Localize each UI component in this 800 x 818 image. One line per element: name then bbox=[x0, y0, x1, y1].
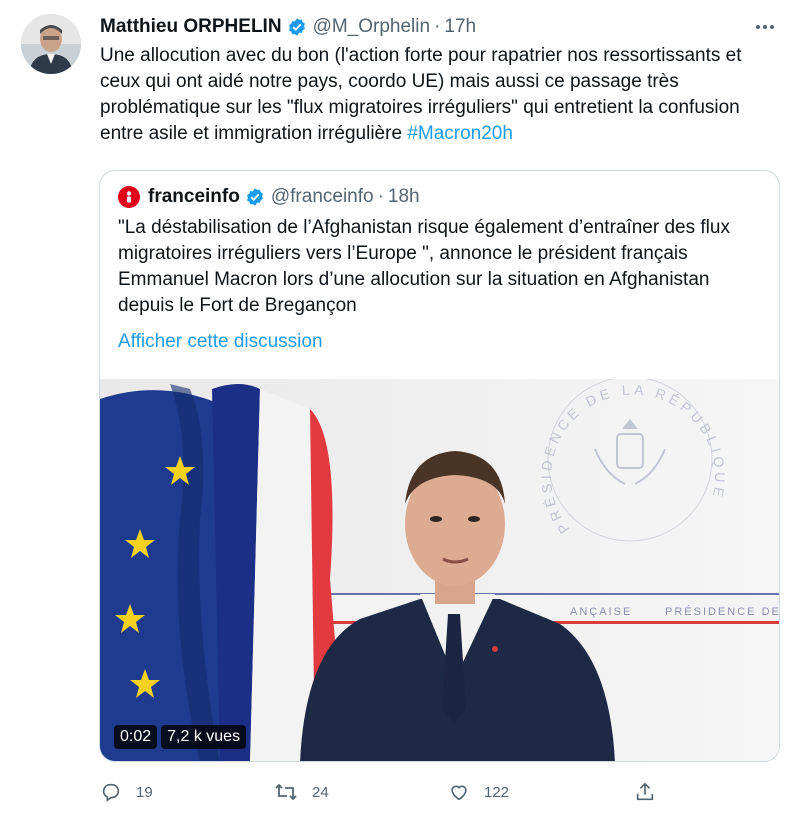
video-frame: ANÇAISE PRÉSIDENCE DE PRÉSIDENCE DE LA R… bbox=[100, 379, 779, 761]
quote-author-name[interactable]: franceinfo bbox=[148, 186, 240, 208]
quote-time[interactable]: 18h bbox=[388, 186, 420, 208]
video-views: 7,2 k vues bbox=[161, 725, 247, 749]
reply-icon bbox=[102, 783, 120, 802]
franceinfo-logo-icon bbox=[118, 186, 140, 208]
separator-dot: · bbox=[434, 16, 441, 37]
author-avatar[interactable] bbox=[21, 14, 81, 74]
quote-header: franceinfo @franceinfo · 18h bbox=[118, 185, 420, 209]
show-thread-link[interactable]: Afficher cette discussion bbox=[118, 331, 323, 353]
quoted-tweet[interactable]: franceinfo @franceinfo · 18h "La déstabi… bbox=[99, 170, 780, 762]
verified-badge-icon bbox=[245, 187, 265, 207]
share-button[interactable] bbox=[634, 781, 670, 803]
reply-count: 19 bbox=[136, 783, 153, 801]
video-player[interactable]: ANÇAISE PRÉSIDENCE DE PRÉSIDENCE DE LA R… bbox=[100, 379, 779, 761]
banner-text-left: ANÇAISE bbox=[570, 606, 632, 618]
eu-flag bbox=[100, 384, 220, 761]
banner-text-right: PRÉSIDENCE DE bbox=[665, 605, 779, 618]
tweet-header: Matthieu ORPHELIN @M_Orphelin · 17h bbox=[100, 14, 476, 40]
more-options-icon[interactable] bbox=[754, 16, 776, 38]
like-count: 122 bbox=[484, 783, 510, 801]
quote-author-handle[interactable]: @franceinfo bbox=[271, 186, 374, 208]
video-elapsed: 0:02 bbox=[114, 725, 158, 749]
action-bar: 19 24 122 bbox=[100, 778, 670, 806]
verified-badge-icon bbox=[287, 17, 307, 37]
reply-button[interactable]: 19 bbox=[100, 781, 274, 803]
retweet-count: 24 bbox=[312, 783, 329, 801]
separator-dot: · bbox=[377, 186, 384, 207]
share-icon bbox=[636, 782, 654, 801]
tweet-time[interactable]: 17h bbox=[444, 16, 476, 38]
tweet-text: Une allocution avec du bon (l'action for… bbox=[100, 43, 785, 147]
avatar-image bbox=[21, 14, 81, 74]
hashtag-link[interactable]: #Macron20h bbox=[407, 123, 513, 144]
retweet-icon bbox=[275, 783, 297, 801]
author-handle[interactable]: @M_Orphelin bbox=[313, 16, 431, 38]
video-badges: 0:02 7,2 k vues bbox=[114, 725, 247, 749]
like-icon bbox=[451, 785, 467, 801]
quote-text: "La déstabilisation de l’Afghanistan ris… bbox=[118, 217, 730, 316]
retweet-button[interactable]: 24 bbox=[274, 781, 448, 803]
like-button[interactable]: 122 bbox=[448, 781, 622, 803]
author-name[interactable]: Matthieu ORPHELIN bbox=[100, 16, 282, 38]
